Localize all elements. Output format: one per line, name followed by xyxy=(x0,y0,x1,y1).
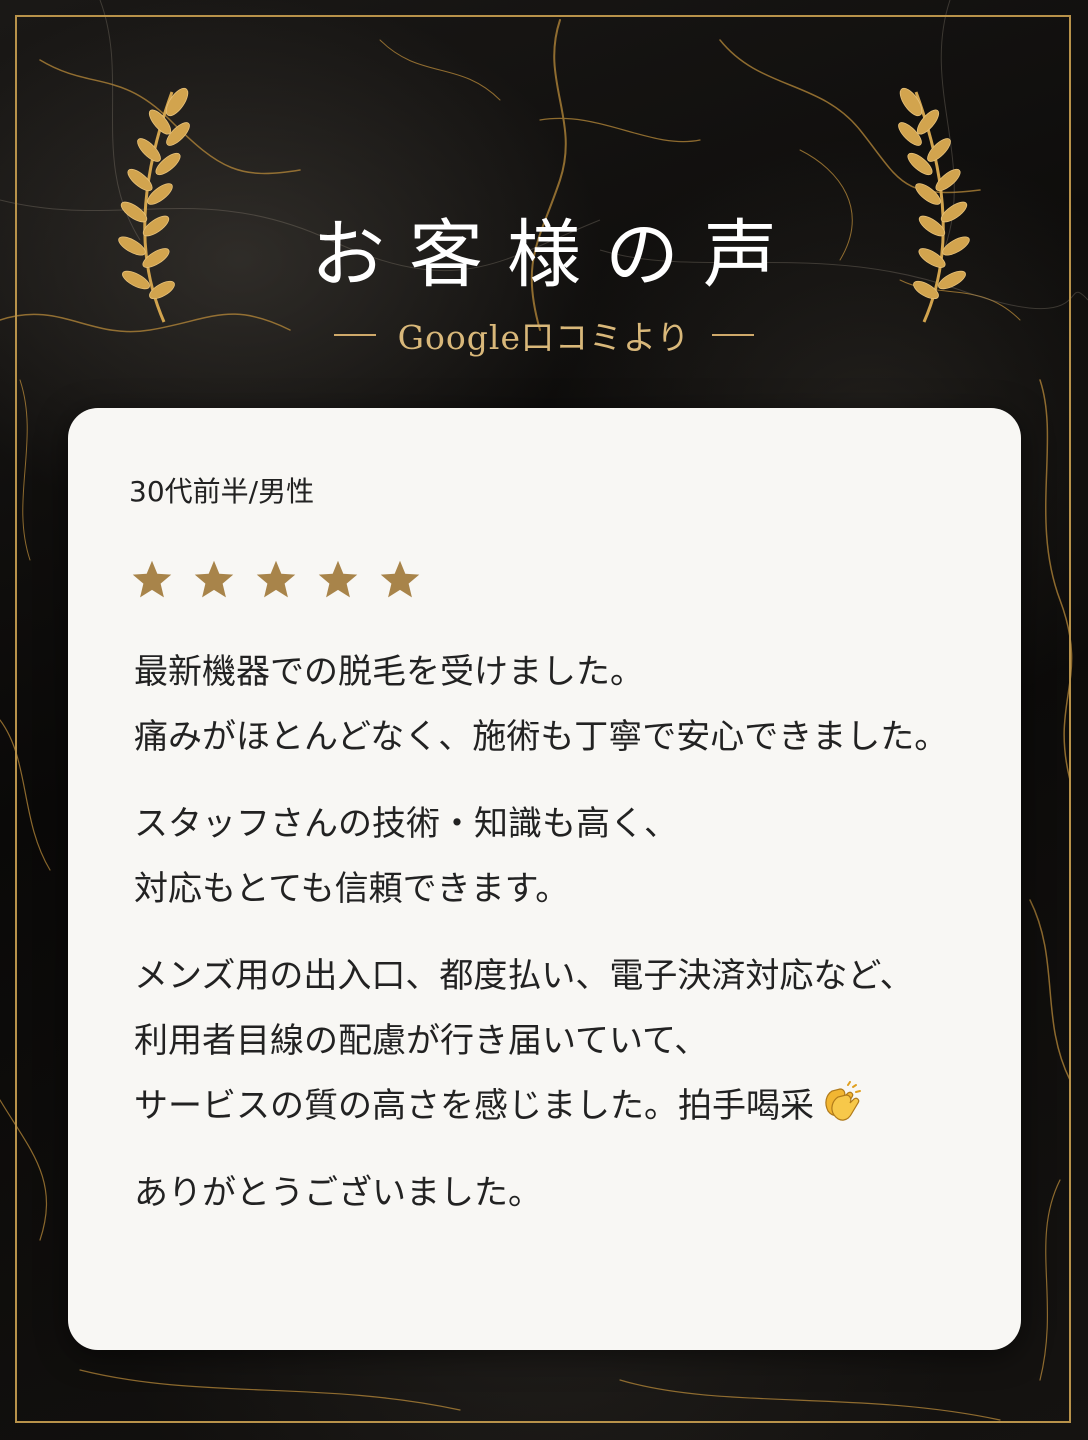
review-paragraph: スタッフさんの技術・知識も高く、 対応もとても信頼できます。 xyxy=(134,792,994,922)
page-title: お客様の声 xyxy=(311,212,801,298)
star-icon xyxy=(132,560,172,598)
review-line: 痛みがほとんどなく、施術も丁寧で安心できました。 xyxy=(134,717,949,757)
voice-page: お客様の声 Google口コミより 30代前半/男性 最新機器での脱毛を受けまし… xyxy=(0,0,1088,1440)
star-rating xyxy=(130,558,422,602)
review-paragraph: ありがとうございました。 xyxy=(134,1161,994,1226)
star-icon xyxy=(318,560,358,598)
star-icon xyxy=(194,560,234,598)
star-icon xyxy=(256,560,296,598)
review-line: メンズ用の出入口、都度払い、電子決済対応など、 xyxy=(134,956,914,996)
review-line: スタッフさんの技術・知識も高く、 xyxy=(134,804,678,844)
subtitle-dash-left xyxy=(333,334,376,336)
review-card: 30代前半/男性 最新機器での脱毛を受けました。 痛みがほとんどなく、施術も丁寧… xyxy=(68,408,1021,1350)
subtitle-dash-right xyxy=(712,334,755,336)
star-icon xyxy=(380,560,420,598)
page-subtitle: Google口コミより xyxy=(397,318,691,357)
review-paragraph: メンズ用の出入口、都度払い、電子決済対応など、 利用者目線の配慮が行き届いていて… xyxy=(134,944,994,1139)
reviewer-info: 30代前半/男性 xyxy=(129,475,315,508)
review-line-text: サービスの質の高さを感じました。拍手喝采 xyxy=(134,1086,814,1126)
review-line: 利用者目線の配慮が行き届いていて、 xyxy=(134,1021,709,1061)
review-line: ありがとうございました。 xyxy=(134,1173,542,1213)
review-body: 最新機器での脱毛を受けました。 痛みがほとんどなく、施術も丁寧で安心できました。… xyxy=(134,640,994,1248)
review-line: 対応もとても信頼できます。 xyxy=(134,869,570,909)
review-line: 最新機器での脱毛を受けました。 xyxy=(134,652,644,692)
review-line-with-emoji: サービスの質の高さを感じました。拍手喝采 xyxy=(134,1074,994,1139)
clapping-hands-icon xyxy=(825,1081,861,1121)
subtitle-row: Google口コミより xyxy=(0,312,1088,358)
review-paragraph: 最新機器での脱毛を受けました。 痛みがほとんどなく、施術も丁寧で安心できました。 xyxy=(134,640,994,770)
